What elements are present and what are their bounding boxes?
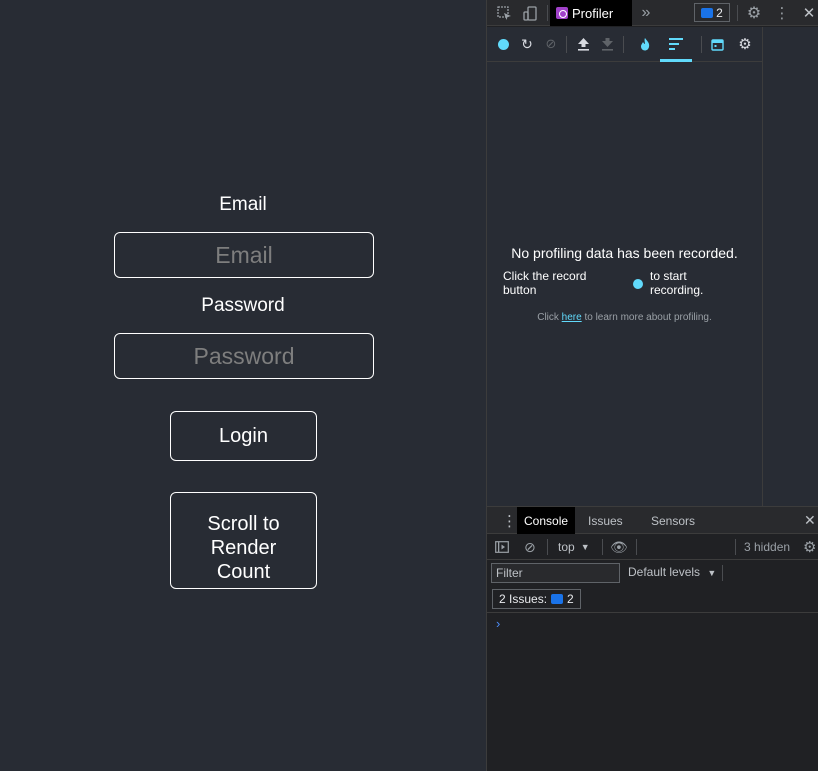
console-settings-icon[interactable]: ⚙ — [803, 538, 816, 556]
devtools-panel: Profiler » 2 ⚙ ⋮ ✕ ↻ ⊘ ⚙ No profiling da… — [486, 0, 818, 771]
no-profiling-data-title: No profiling data has been recorded. — [511, 245, 738, 261]
profiler-settings-icon[interactable]: ⚙ — [737, 36, 753, 53]
console-filter-row: Default levels ▼ — [487, 560, 818, 586]
learn-more-text: Click here to learn more about profiling… — [487, 312, 762, 323]
console-issues-row: 2 Issues: 2 — [487, 586, 818, 613]
learn-more-suffix: to learn more about profiling. — [581, 312, 712, 323]
password-input[interactable] — [114, 333, 374, 379]
inspect-element-icon[interactable] — [495, 4, 513, 22]
show-sidebar-icon[interactable] — [495, 538, 509, 556]
tab-console[interactable]: Console — [517, 507, 576, 534]
chevron-down-icon: ▼ — [580, 542, 590, 552]
tab-issues[interactable]: Issues — [581, 507, 630, 534]
toolbar-divider — [547, 539, 548, 555]
drawer-tabbar: ⋮ Console Issues Sensors ✕ — [487, 506, 818, 534]
toolbar-divider — [722, 565, 723, 581]
timeline-calendar-icon[interactable] — [709, 36, 725, 52]
scroll-button-line-3: Count — [216, 560, 271, 583]
record-icon — [497, 38, 509, 50]
console-filter-input[interactable] — [491, 563, 620, 583]
more-tabs-icon[interactable]: » — [637, 4, 655, 22]
settings-gear-icon[interactable]: ⚙ — [745, 4, 763, 22]
react-logo-icon — [556, 7, 568, 19]
console-toolbar: ⊘ top ▼ 👁 3 hidden ⚙ — [487, 534, 818, 560]
learn-more-link[interactable]: here — [562, 312, 582, 323]
context-selector-value: top — [558, 540, 575, 554]
issues-badge-count: 2 — [716, 5, 723, 20]
scroll-button-line-2: Render — [210, 536, 277, 559]
learn-more-prefix: Click — [537, 312, 562, 323]
record-button[interactable] — [495, 36, 511, 52]
console-output[interactable]: › — [487, 613, 818, 771]
record-hint-right: to start recording. — [650, 269, 704, 297]
issues-badge[interactable]: 2 — [694, 3, 730, 22]
clear-profile-icon[interactable]: ⊘ — [543, 36, 559, 52]
record-hint-left: Click the record button — [503, 269, 587, 297]
record-hint-icon[interactable] — [633, 279, 643, 289]
profiler-toolbar: ↻ ⊘ ⚙ — [487, 27, 762, 62]
hidden-messages-count: 3 hidden — [744, 540, 791, 554]
load-profile-icon[interactable] — [575, 36, 591, 52]
devtools-main-toolbar: Profiler » 2 ⚙ ⋮ ✕ — [487, 0, 818, 26]
log-levels-label: Default levels — [628, 565, 701, 579]
kebab-menu-icon[interactable]: ⋮ — [773, 4, 791, 22]
save-profile-icon[interactable] — [599, 36, 615, 52]
email-input[interactable] — [114, 232, 374, 278]
chevron-down-icon: ▼ — [707, 568, 717, 578]
issues-count-label: 2 Issues: — [499, 592, 548, 606]
password-label: Password — [201, 295, 285, 316]
toolbar-divider — [566, 36, 567, 53]
device-toggle-icon[interactable] — [521, 4, 539, 22]
issue-chat-icon — [701, 7, 714, 18]
issues-count-value: 2 — [567, 592, 574, 606]
toolbar-divider — [735, 539, 736, 555]
app-panel: Email Password Login Scroll to Render Co… — [0, 0, 486, 771]
issues-count-button[interactable]: 2 Issues: 2 — [492, 589, 581, 609]
scroll-to-render-count-button[interactable]: Scroll to Render Count — [170, 492, 317, 589]
console-prompt-icon: › — [496, 616, 501, 631]
issue-chat-icon — [551, 594, 564, 604]
reload-and-profile-icon[interactable]: ↻ — [519, 36, 535, 52]
profiler-empty-state: No profiling data has been recorded. Cli… — [487, 62, 762, 506]
log-levels-dropdown[interactable]: Default levels ▼ — [628, 565, 716, 579]
ranked-chart-icon[interactable] — [668, 36, 684, 52]
profiler-side-pane — [762, 27, 818, 506]
tab-sensors[interactable]: Sensors — [644, 507, 702, 534]
close-devtools-icon[interactable]: ✕ — [800, 4, 818, 22]
toolbar-divider — [737, 5, 738, 21]
email-label: Email — [219, 194, 267, 215]
clear-console-icon[interactable]: ⊘ — [524, 538, 536, 556]
live-expression-eye-icon[interactable]: 👁 — [610, 538, 628, 556]
login-button[interactable]: Login — [170, 411, 317, 461]
toolbar-divider — [602, 539, 603, 555]
toolbar-divider — [701, 36, 702, 53]
close-drawer-icon[interactable]: ✕ — [797, 507, 818, 534]
tab-profiler[interactable]: Profiler — [550, 0, 632, 26]
tab-profiler-label: Profiler — [572, 5, 614, 21]
context-selector[interactable]: top ▼ — [558, 538, 590, 556]
flamegraph-icon[interactable] — [637, 36, 653, 52]
toolbar-divider — [623, 36, 624, 53]
scroll-button-line-1: Scroll to — [207, 512, 280, 535]
toolbar-divider — [636, 539, 637, 555]
toolbar-divider — [547, 5, 548, 21]
